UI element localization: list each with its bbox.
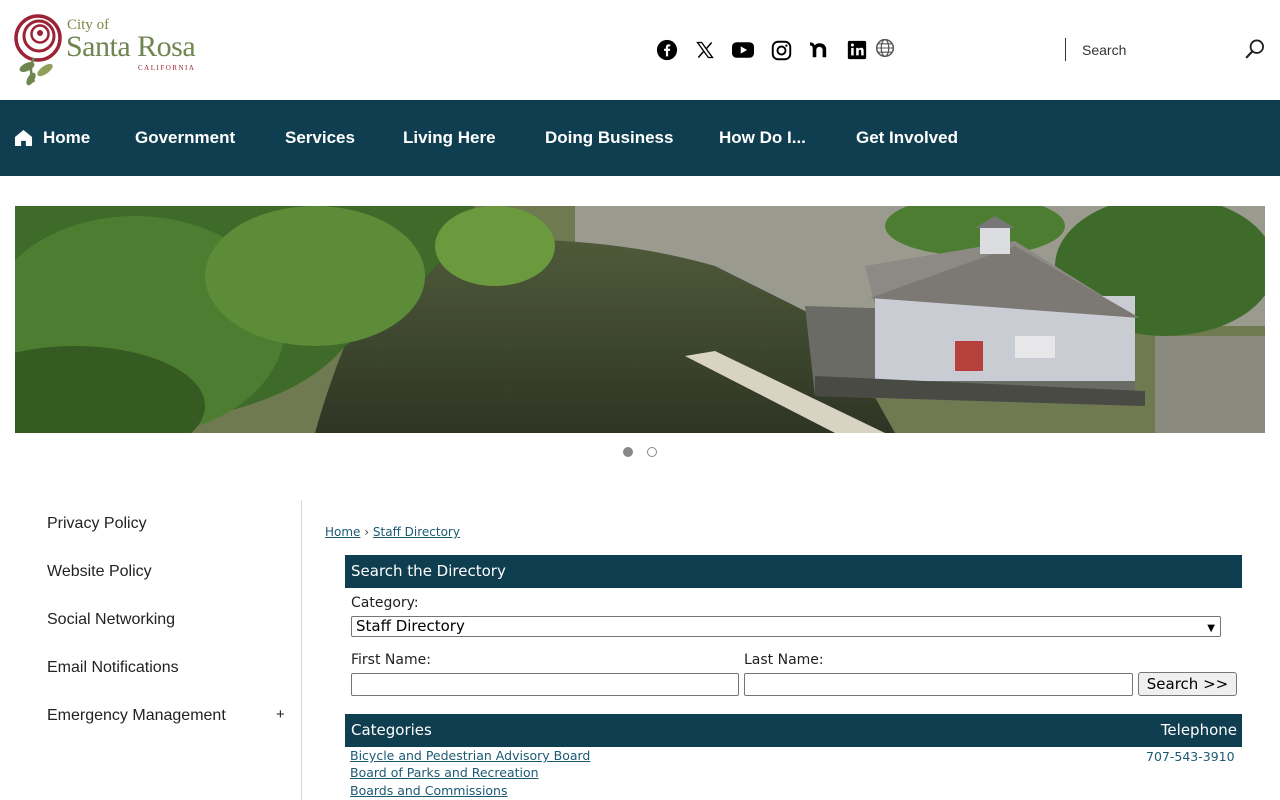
site-search — [1065, 38, 1265, 61]
breadcrumb-home[interactable]: Home — [325, 525, 360, 539]
chevron-down-icon: ▼ — [1207, 623, 1215, 634]
category-select-value: Staff Directory — [356, 617, 465, 635]
nav-how-do-i[interactable]: How Do I... — [719, 100, 806, 176]
nav-services[interactable]: Services — [285, 100, 355, 176]
side-item-privacy-policy[interactable]: Privacy Policy — [47, 515, 147, 533]
telephone-header-label: Telephone — [1160, 721, 1237, 739]
category-link[interactable]: Bicycle and Pedestrian Advisory Board — [350, 748, 590, 763]
nav-get-involved[interactable]: Get Involved — [856, 100, 958, 176]
breadcrumb: Home › Staff Directory — [325, 525, 460, 539]
search-icon[interactable] — [1244, 38, 1268, 62]
city-logo[interactable]: City of Santa Rosa CALIFORNIA — [14, 12, 214, 88]
search-input[interactable] — [1082, 40, 1232, 60]
first-name-input[interactable] — [351, 673, 739, 696]
home-icon[interactable] — [14, 129, 33, 147]
side-item-website-policy[interactable]: Website Policy — [47, 563, 152, 581]
side-item-email-notifications[interactable]: Email Notifications — [47, 659, 179, 677]
x-icon[interactable] — [693, 38, 717, 62]
directory-search-button[interactable]: Search >> — [1138, 672, 1237, 696]
logo-california: CALIFORNIA — [138, 64, 196, 72]
category-phone: 707-543-3910 — [1146, 749, 1235, 764]
category-link[interactable]: Board of Parks and Recreation — [350, 765, 539, 780]
first-name-label: First Name: — [351, 652, 431, 668]
last-name-label: Last Name: — [744, 652, 824, 668]
nav-home[interactable]: Home — [43, 100, 90, 176]
slide-dot-2[interactable] — [647, 447, 657, 457]
nav-government[interactable]: Government — [135, 100, 235, 176]
side-item-emergency-management[interactable]: Emergency Management — [47, 707, 226, 725]
rose-logo-icon — [14, 14, 62, 86]
slide-dot-1[interactable] — [623, 447, 633, 457]
social-links — [655, 37, 895, 63]
facebook-icon[interactable] — [655, 38, 679, 62]
hero-banner-image — [15, 206, 1265, 433]
last-name-input[interactable] — [744, 673, 1133, 696]
site-header: City of Santa Rosa CALIFORNIA — [0, 0, 1280, 100]
category-link[interactable]: Boards and Commissions — [350, 783, 508, 798]
instagram-icon[interactable] — [769, 38, 793, 62]
nav-doing-business[interactable]: Doing Business — [545, 100, 673, 176]
breadcrumb-separator: › — [364, 525, 370, 539]
slider-dots — [623, 447, 657, 457]
nav-living-here[interactable]: Living Here — [403, 100, 496, 176]
nextdoor-icon[interactable] — [807, 38, 831, 62]
main-nav: Home Government Services Living Here Doi… — [0, 100, 1280, 176]
logo-santa-rosa: Santa Rosa — [66, 30, 196, 63]
categories-header: Categories Telephone — [345, 714, 1242, 747]
category-label: Category: — [351, 595, 419, 611]
category-select[interactable]: Staff Directory ▼ — [351, 616, 1221, 637]
breadcrumb-staff-directory[interactable]: Staff Directory — [373, 525, 460, 539]
translate-globe-icon[interactable] — [875, 38, 895, 58]
side-menu: Privacy Policy Website Policy Social Net… — [0, 500, 302, 800]
youtube-icon[interactable] — [731, 38, 755, 62]
expand-icon[interactable]: + — [276, 706, 285, 723]
directory-search-title: Search the Directory — [345, 555, 1242, 588]
linkedin-icon[interactable] — [845, 38, 869, 62]
categories-header-label: Categories — [351, 721, 432, 739]
side-item-social-networking[interactable]: Social Networking — [47, 611, 175, 629]
